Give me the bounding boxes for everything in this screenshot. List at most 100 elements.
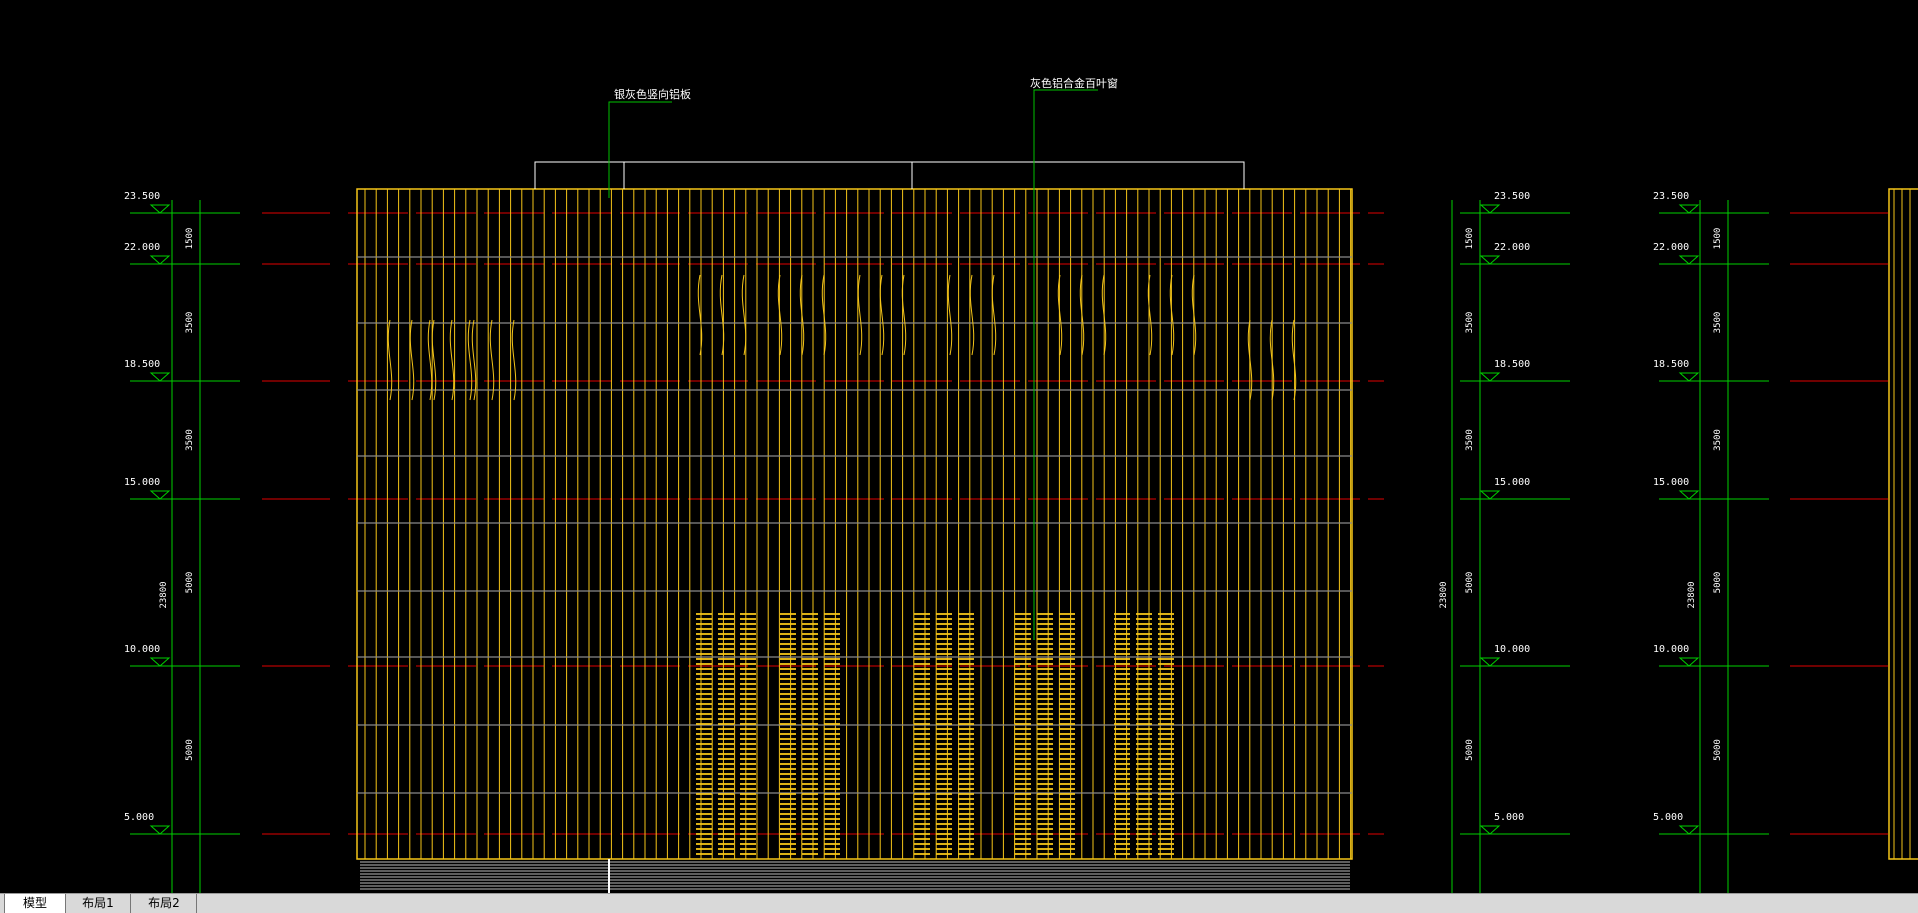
story-dim-label: 1500 xyxy=(185,228,195,250)
elevation-marker xyxy=(1479,372,1501,382)
leader-line-right xyxy=(1033,89,1098,640)
elevation-label: 22.000 xyxy=(124,242,160,253)
story-dim-label: 3500 xyxy=(185,312,195,334)
drawing-canvas[interactable]: 23.500 22.000 18.500 15.000 10.000 5.000 1500 3… xyxy=(0,0,1918,893)
partial-facade xyxy=(1888,188,1918,860)
louver-block xyxy=(780,613,796,855)
elevation-marker xyxy=(149,825,171,835)
story-dim-label: 5000 xyxy=(185,739,195,761)
elevation-label: 22.000 xyxy=(1653,242,1689,253)
elevation-marker xyxy=(149,372,171,382)
elevation-marker xyxy=(1479,825,1501,835)
curved-fin xyxy=(387,319,393,401)
leader-line-left xyxy=(608,101,672,198)
elevation-label: 5.000 xyxy=(1653,812,1683,823)
louver-block xyxy=(936,613,952,855)
curved-fin xyxy=(741,274,747,356)
elevation-label: 15.000 xyxy=(124,477,160,488)
story-dim-label: 1500 xyxy=(1713,228,1723,250)
elevation-label: 15.000 xyxy=(1494,477,1530,488)
elevation-label: 23.500 xyxy=(1653,191,1689,202)
dimension-column: 23.500 22.000 18.500 15.000 10.000 5.000 1500 3… xyxy=(1439,191,1570,893)
story-dim-label: 3500 xyxy=(1713,312,1723,334)
curved-fin xyxy=(991,274,997,356)
elevation-label: 5.000 xyxy=(1494,812,1524,823)
curved-fin xyxy=(489,319,495,401)
elevation-label: 5.000 xyxy=(124,812,154,823)
elevation-marker xyxy=(1678,490,1700,500)
elevation-marker xyxy=(149,255,171,265)
elevation-label: 18.500 xyxy=(1494,359,1530,370)
tab-model[interactable]: 模型 xyxy=(4,894,66,913)
story-dim-label: 5000 xyxy=(185,572,195,594)
louver-block xyxy=(696,613,712,855)
elevation-label: 22.000 xyxy=(1494,242,1530,253)
elevation-marker xyxy=(1479,490,1501,500)
curved-fin xyxy=(777,274,783,356)
story-dim-label: 3500 xyxy=(1465,312,1475,334)
elevation-label: 10.000 xyxy=(1653,644,1689,655)
elevation-marker xyxy=(149,490,171,500)
story-dim-label: 5000 xyxy=(1713,572,1723,594)
elevation-label: 18.500 xyxy=(1653,359,1689,370)
dimension-column: 23.500 22.000 18.500 15.000 10.000 5.000 1500 3… xyxy=(124,191,240,893)
louver-block xyxy=(824,613,840,855)
curved-fin xyxy=(947,274,953,356)
elevation-label: 10.000 xyxy=(124,644,160,655)
elevation-marker xyxy=(1678,255,1700,265)
story-dim-label: 5000 xyxy=(1465,572,1475,594)
louver-block xyxy=(1015,613,1031,855)
annotation-louver-window: 灰色铝合金百叶窗 xyxy=(1030,76,1118,90)
curved-fin xyxy=(1169,274,1175,356)
elevation-marker xyxy=(1678,825,1700,835)
curved-fin xyxy=(1291,319,1297,401)
tab-layout2[interactable]: 布局2 xyxy=(132,894,197,913)
curved-fin xyxy=(511,319,517,401)
louver-block xyxy=(740,613,756,855)
curved-fin xyxy=(409,319,415,401)
story-dim-label: 5000 xyxy=(1713,739,1723,761)
elevation-marker xyxy=(1678,204,1700,214)
louver-block xyxy=(718,613,734,855)
story-dim-label: 3500 xyxy=(1465,429,1475,451)
total-dim-label: 23800 xyxy=(1439,581,1449,608)
louver-block xyxy=(1059,613,1075,855)
layout-tab-bar: 模型 布局1 布局2 xyxy=(0,893,1918,913)
curved-fin xyxy=(857,274,863,356)
elevation-marker xyxy=(1678,372,1700,382)
curved-fin xyxy=(879,274,885,356)
elevation-drawing: 23.500 22.000 18.500 15.000 10.000 5.000 1500 3… xyxy=(124,76,1918,893)
dimension-columns: 23.500 22.000 18.500 15.000 10.000 5.000 1500 3… xyxy=(124,191,1769,893)
elevation-marker xyxy=(1479,255,1501,265)
elevation-label: 15.000 xyxy=(1653,477,1689,488)
louver-block xyxy=(958,613,974,855)
story-dim-label: 5000 xyxy=(1465,739,1475,761)
louver-block xyxy=(1136,613,1152,855)
total-dim-label: 23800 xyxy=(1687,581,1697,608)
elevation-marker xyxy=(149,204,171,214)
story-dim-label: 1500 xyxy=(1465,228,1475,250)
story-dim-label: 3500 xyxy=(1713,429,1723,451)
curved-fin xyxy=(427,319,433,401)
total-dim-label: 23800 xyxy=(159,581,169,608)
elevation-label: 18.500 xyxy=(124,359,160,370)
elevation-label: 23.500 xyxy=(124,191,160,202)
curved-fin xyxy=(467,319,473,401)
story-dim-label: 3500 xyxy=(185,429,195,451)
curved-fin xyxy=(471,319,477,401)
facade-elevation xyxy=(356,161,1918,893)
facade-outline xyxy=(356,188,1353,860)
curved-fin xyxy=(969,274,975,356)
dimension-column: 23.500 22.000 18.500 15.000 10.000 5.000 1500 3… xyxy=(1653,191,1769,893)
louver-block xyxy=(802,613,818,855)
curved-fin xyxy=(449,319,455,401)
tab-layout1[interactable]: 布局1 xyxy=(66,894,131,913)
elevation-marker xyxy=(1678,657,1700,667)
elevation-marker xyxy=(1479,657,1501,667)
louver-block xyxy=(1037,613,1053,855)
base-grille xyxy=(360,861,1350,890)
annotation-aluminum-panel: 银灰色竖向铝板 xyxy=(614,87,691,101)
roof-outline xyxy=(534,161,1245,189)
curved-fin xyxy=(431,319,437,401)
elevation-label: 10.000 xyxy=(1494,644,1530,655)
